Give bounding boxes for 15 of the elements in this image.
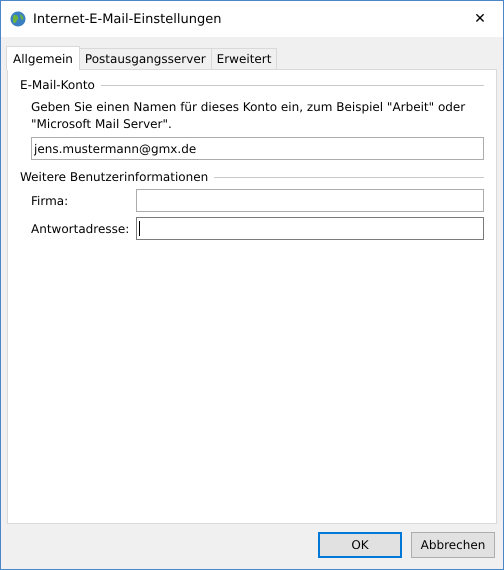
description-text: Geben Sie einen Namen für dieses Konto ein, zum Beispiel "Arbeit" oder "Microsoft Mail Server". (31, 99, 466, 133)
field-label: Antwortadresse: (31, 222, 130, 236)
window-title: Internet-E-Mail-Einstellungen (33, 12, 222, 26)
group-title: Weitere Benutzerinformationen (20, 170, 208, 184)
input-field[interactable] (136, 189, 484, 212)
input-field[interactable] (136, 217, 484, 240)
group-title: E-Mail-Konto (20, 78, 95, 92)
dialog-button[interactable]: Abbrechen (411, 532, 495, 558)
field-label: Firma: (31, 194, 70, 208)
globe-icon (10, 11, 26, 27)
dialog-button[interactable]: OK (318, 532, 402, 558)
tab[interactable]: Allgemein (6, 46, 80, 70)
tab[interactable]: Erweitert (210, 48, 278, 69)
account-name-field[interactable]: jens.mustermann@gmx.de (31, 137, 484, 160)
close-button[interactable]: ✕ (457, 1, 503, 37)
